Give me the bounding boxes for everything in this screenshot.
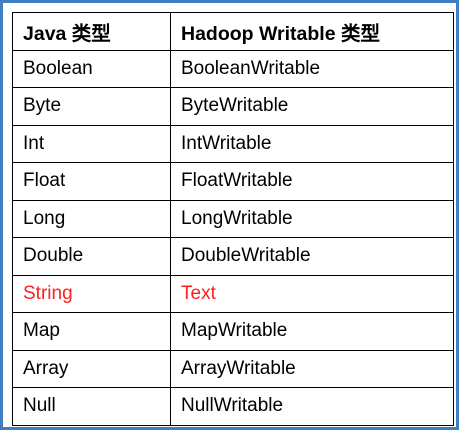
writable-type-cell: ArrayWritable bbox=[170, 349, 454, 388]
writable-type-cell: BooleanWritable bbox=[170, 49, 454, 88]
header-hadoop-writable-type: Hadoop Writable 类型 bbox=[170, 12, 454, 51]
java-type-cell: Array bbox=[12, 349, 171, 388]
java-type-cell: Int bbox=[12, 124, 171, 163]
table-row: Map MapWritable bbox=[12, 312, 454, 351]
java-type-cell: Double bbox=[12, 237, 171, 276]
writable-type-cell: Text bbox=[170, 274, 454, 313]
table-row: Array ArrayWritable bbox=[12, 349, 454, 388]
writable-type-cell: MapWritable bbox=[170, 312, 454, 351]
table-row: Boolean BooleanWritable bbox=[12, 49, 454, 88]
document-frame: Java 类型 Hadoop Writable 类型 Boolean Boolea… bbox=[0, 0, 459, 430]
java-type-cell: Map bbox=[12, 312, 171, 351]
writable-type-cell: DoubleWritable bbox=[170, 237, 454, 276]
type-mapping-table: Java 类型 Hadoop Writable 类型 Boolean Boolea… bbox=[12, 12, 454, 426]
writable-type-cell: IntWritable bbox=[170, 124, 454, 163]
java-type-cell: Float bbox=[12, 162, 171, 201]
writable-type-cell: FloatWritable bbox=[170, 162, 454, 201]
writable-type-cell: NullWritable bbox=[170, 387, 454, 426]
writable-type-cell: ByteWritable bbox=[170, 87, 454, 126]
table-row: String Text bbox=[12, 274, 454, 313]
table-row: Int IntWritable bbox=[12, 124, 454, 163]
table-header-row: Java 类型 Hadoop Writable 类型 bbox=[12, 12, 454, 51]
table-row: Float FloatWritable bbox=[12, 162, 454, 201]
table-row: Byte ByteWritable bbox=[12, 87, 454, 126]
table-row: Null NullWritable bbox=[12, 387, 454, 426]
java-type-cell: Byte bbox=[12, 87, 171, 126]
table-row: Long LongWritable bbox=[12, 199, 454, 238]
java-type-cell: String bbox=[12, 274, 171, 313]
java-type-cell: Null bbox=[12, 387, 171, 426]
java-type-cell: Boolean bbox=[12, 49, 171, 88]
header-java-type: Java 类型 bbox=[12, 12, 171, 51]
writable-type-cell: LongWritable bbox=[170, 199, 454, 238]
table-body: Boolean BooleanWritable Byte ByteWritable In… bbox=[12, 49, 454, 426]
table-row: Double DoubleWritable bbox=[12, 237, 454, 276]
java-type-cell: Long bbox=[12, 199, 171, 238]
